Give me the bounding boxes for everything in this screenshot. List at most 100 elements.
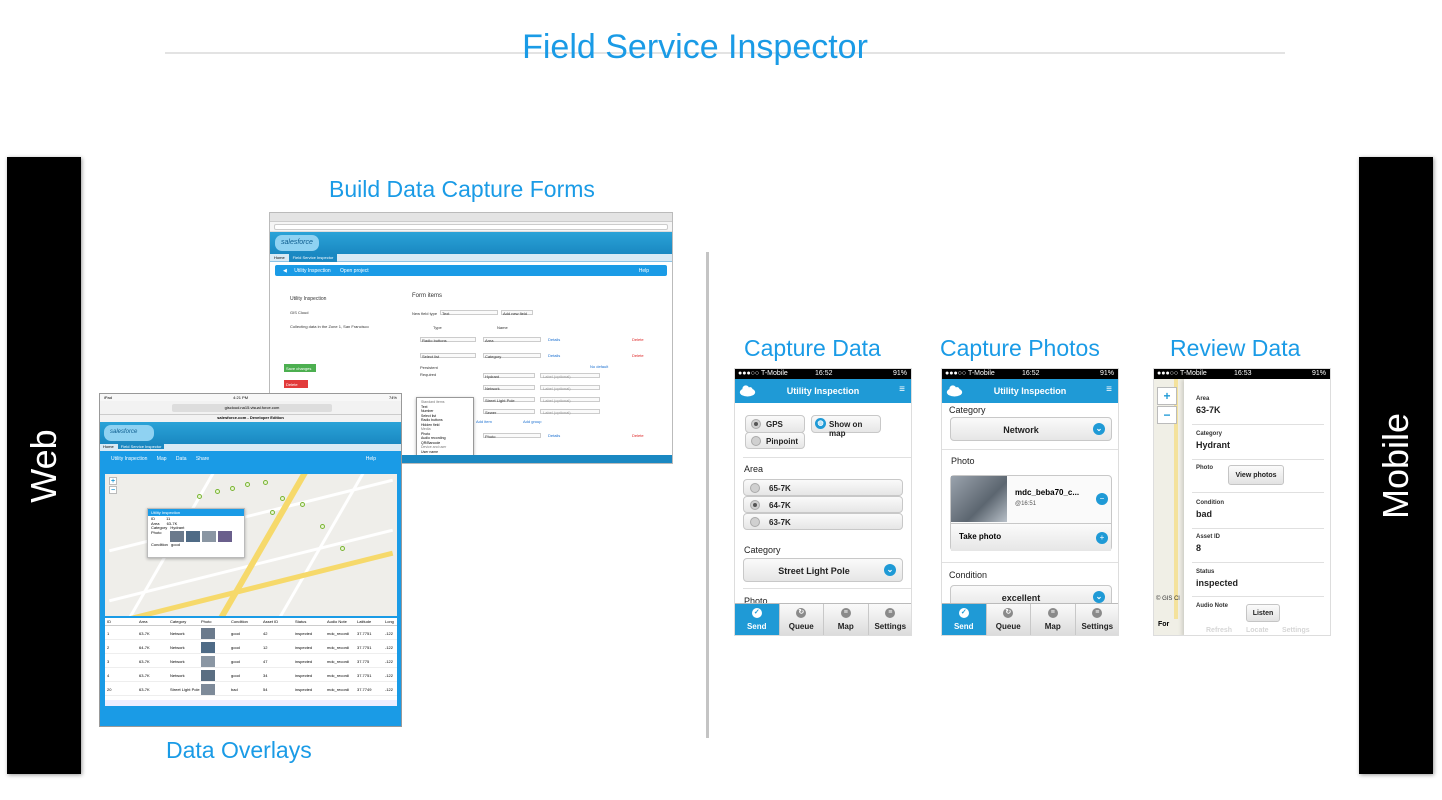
col-header[interactable]: Latitude: [357, 619, 371, 624]
option-value: Sewer: [485, 410, 497, 415]
map-view[interactable]: + − Utility Inspection ID 11 Area 63-7K …: [105, 474, 397, 616]
delete-link[interactable]: Delete: [632, 337, 644, 342]
table-cell: 63-7K: [139, 673, 150, 678]
required-checkbox[interactable]: Required: [420, 372, 436, 377]
table-cell: 2: [107, 645, 110, 650]
table-cell: mdc_recordi: [327, 687, 350, 692]
photo-thumbnail[interactable]: [201, 642, 215, 653]
tab-data[interactable]: Data: [176, 456, 187, 462]
add-group-link[interactable]: Add group: [523, 419, 541, 424]
area-option[interactable]: 65-7K: [743, 479, 903, 496]
save-changes-button[interactable]: Save changes: [284, 364, 316, 372]
tab-home[interactable]: Home: [100, 444, 117, 449]
menu-icon[interactable]: ≡: [1106, 384, 1112, 395]
tab-field-service-inspector[interactable]: Field Service Inspector: [117, 444, 165, 449]
col-header[interactable]: Category: [170, 619, 186, 624]
cloud-icon: [946, 385, 963, 397]
show-on-map-button[interactable]: ◍ Show on map: [811, 415, 881, 438]
details-link[interactable]: Details: [548, 337, 560, 342]
tab-field-service-inspector[interactable]: Field Service Inspector: [288, 254, 338, 262]
salesforce-header: salesforce: [100, 422, 401, 444]
details-link[interactable]: Details: [548, 353, 560, 358]
pinpoint-radio[interactable]: Pinpoint: [745, 432, 805, 449]
category-label: Category: [949, 405, 986, 415]
add-item-link[interactable]: Add item: [476, 419, 492, 424]
col-header[interactable]: Asset ID: [263, 619, 278, 624]
feature-popup: Utility Inspection ID 11 Area 63-7K Cate…: [147, 508, 245, 558]
field-value: inspected: [1196, 578, 1239, 588]
delete-project-button[interactable]: Delete project: [284, 380, 308, 392]
zoom-out-icon[interactable]: −: [1157, 406, 1177, 424]
send-tab[interactable]: ✓ Send: [942, 604, 987, 635]
back-arrow-icon[interactable]: ◀: [283, 268, 287, 274]
area-option[interactable]: 63-7K: [743, 513, 903, 530]
tree-item[interactable]: GIS Cloud: [290, 310, 308, 315]
col-header[interactable]: Condition: [231, 619, 248, 624]
take-photo-button[interactable]: Take photo +: [951, 523, 1111, 551]
queue-tab[interactable]: ↻ Queue: [987, 604, 1031, 635]
caption-review-data: Review Data: [1170, 335, 1301, 361]
col-header[interactable]: Photo: [201, 619, 211, 624]
table-cell: 3: [107, 659, 110, 664]
url-field[interactable]: giscloud.na15.visual.force.com: [172, 404, 332, 412]
name-value: Category: [485, 354, 502, 359]
photo-thumbnail[interactable]: [202, 531, 216, 542]
zoom-in-icon[interactable]: +: [109, 477, 117, 485]
table-row[interactable]: 3 63-7K Network good 47 inspected mdc_recordi 3…: [105, 655, 397, 668]
col-header[interactable]: Status: [295, 619, 306, 624]
photo-thumbnail[interactable]: [201, 670, 215, 681]
details-link[interactable]: Details: [548, 433, 560, 438]
view-photos-button[interactable]: View photos: [1228, 465, 1284, 485]
table-cell: good: [231, 631, 240, 636]
map-tab[interactable]: ≡ Map: [1031, 604, 1076, 635]
map-tab[interactable]: ≡ Map: [824, 604, 869, 635]
listen-button[interactable]: Listen: [1246, 604, 1280, 622]
tree-item[interactable]: Utility Inspection: [290, 296, 326, 302]
open-project-link[interactable]: Open project: [340, 268, 369, 274]
zoom-in-icon[interactable]: +: [1157, 387, 1177, 405]
photo-thumbnail[interactable]: [218, 531, 232, 542]
table-row[interactable]: 2 64-7K Network good 12 inspected mdc_recordi 3…: [105, 641, 397, 654]
table-row[interactable]: 1 63-7K Network good 42 inspected mdc_recordi 3…: [105, 627, 397, 640]
remove-photo-icon[interactable]: −: [1096, 493, 1108, 505]
zoom-out-icon[interactable]: −: [109, 486, 117, 494]
tab-map[interactable]: Map: [157, 456, 167, 462]
col-header[interactable]: Audio Note: [327, 619, 347, 624]
tab-share[interactable]: Share: [196, 456, 209, 462]
table-cell: bad: [231, 687, 238, 692]
photo-thumbnail[interactable]: [201, 684, 215, 695]
photo-thumbnail[interactable]: [186, 531, 200, 542]
delete-link[interactable]: Delete: [632, 353, 644, 358]
field-type-dropdown[interactable]: Standard items Text Number Select list R…: [416, 397, 474, 463]
table-row[interactable]: 20 63-7K Street Light Pole bad 54 inspected md…: [105, 683, 397, 696]
photo-filename: mdc_beba70_c...: [1015, 488, 1080, 497]
photo-thumbnail[interactable]: [170, 531, 184, 542]
persistent-checkbox[interactable]: Persistent: [420, 365, 438, 370]
tab-home[interactable]: Home: [270, 254, 289, 262]
area-option[interactable]: 64-7K: [743, 496, 903, 513]
map-background[interactable]: + − © GIS Cl For: [1154, 379, 1184, 635]
help-link[interactable]: Help: [639, 268, 649, 274]
browser-url-bar[interactable]: [270, 222, 672, 232]
category-select[interactable]: Street Light Pole ⌄: [743, 558, 903, 582]
col-header[interactable]: Long: [385, 619, 394, 624]
photo-thumbnail[interactable]: [201, 656, 215, 667]
gps-radio[interactable]: GPS: [745, 415, 805, 433]
col-header[interactable]: ID: [107, 619, 111, 624]
photo-thumbnail[interactable]: [201, 628, 215, 639]
settings-tab[interactable]: ≡ Settings: [1076, 604, 1119, 635]
delete-link[interactable]: Delete: [632, 433, 644, 438]
photo-thumbnail[interactable]: [951, 476, 1007, 522]
send-tab[interactable]: ✓ Send: [735, 604, 780, 635]
col-header[interactable]: Area: [139, 619, 147, 624]
settings-tab[interactable]: ≡ Settings: [869, 604, 912, 635]
no-default-link[interactable]: No default: [590, 364, 608, 369]
table-row[interactable]: 4 63-7K Network good 34 inspected mdc_recordi 3…: [105, 669, 397, 682]
menu-icon[interactable]: ≡: [899, 384, 905, 395]
table-pager[interactable]: [105, 700, 397, 706]
dropdown-item[interactable]: User name: [421, 450, 469, 455]
category-select[interactable]: Network ⌄: [950, 417, 1112, 441]
queue-tab[interactable]: ↻ Queue: [780, 604, 824, 635]
tree-item[interactable]: Collecting data in the Zone 1, San Franc…: [290, 324, 369, 329]
help-link[interactable]: Help: [366, 456, 376, 462]
